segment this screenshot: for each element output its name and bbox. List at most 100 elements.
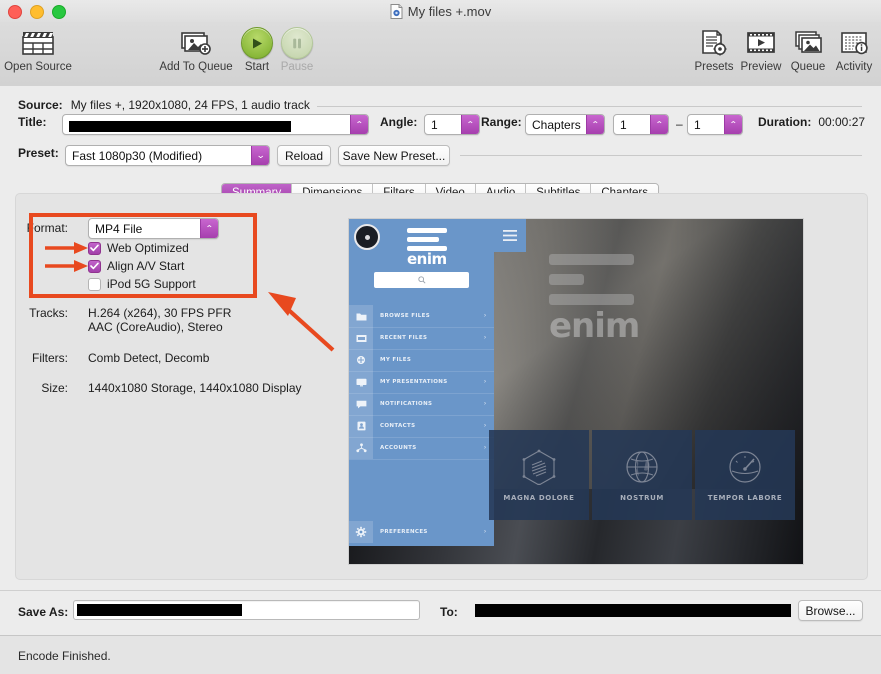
save-as-label: Save As: [18, 605, 69, 619]
save-new-preset-button[interactable]: Save New Preset... [338, 145, 450, 166]
filters-label: Filters: [32, 351, 68, 365]
preset-row: Preset: [18, 146, 59, 160]
range-end-stepper[interactable]: 1 ⌃ [687, 114, 743, 135]
hero-blob-3 [549, 294, 634, 305]
hamburger-tab[interactable] [494, 219, 526, 252]
range-type-select[interactable]: Chapters ⌃ [525, 114, 605, 135]
globe-icon [626, 450, 658, 483]
range-label: Range: [481, 115, 522, 129]
sidebar-item-my-files[interactable]: MY FILES [349, 349, 494, 372]
status-bar: Encode Finished. [0, 635, 881, 674]
sb-bar-2 [407, 237, 439, 242]
size-label: Size: [41, 381, 68, 395]
chevron-down-icon[interactable]: ⌄ [251, 146, 269, 165]
card-tempor-labore[interactable]: TEMPOR LABORE [695, 430, 795, 520]
web-optimized-checkbox[interactable] [88, 241, 101, 255]
chevron-updown-icon[interactable]: ⌃ [650, 115, 668, 134]
add-images-icon [179, 26, 213, 60]
chevron-updown-icon[interactable]: ⌃ [586, 115, 604, 134]
title-bar: My files +.mov [0, 0, 881, 22]
sidebar-item-notifications[interactable]: NOTIFICATIONS › [349, 393, 494, 416]
title-redacted [69, 121, 291, 132]
sidebar-item-preferences[interactable]: PREFERENCES › [349, 521, 494, 543]
window-title: My files +.mov [0, 0, 881, 22]
card-nostrum[interactable]: NOSTRUM [592, 430, 692, 520]
toolbar: Open Source Add To Queue Start Pause Pre… [0, 22, 881, 87]
save-as-input[interactable] [73, 600, 420, 620]
pause-button[interactable]: Pause [262, 26, 332, 73]
range-start-value: 1 [620, 117, 627, 132]
title-select[interactable]: ⌃ [62, 114, 369, 135]
status-text: Encode Finished. [18, 648, 111, 663]
sidebar-item-accounts[interactable]: ACCOUNTS › [349, 437, 494, 460]
source-value: My files +, 1920x1080, 24 FPS, 1 audio t… [70, 98, 310, 112]
preset-divider [460, 155, 862, 156]
pause-label: Pause [280, 61, 314, 73]
sidebar-item-contacts[interactable]: CONTACTS › [349, 415, 494, 438]
chevron-updown-icon[interactable]: ⌃ [461, 115, 479, 134]
handbrake-window: My files +.mov Open Source Add To Queue … [0, 0, 881, 674]
sidebar-label: MY FILES [380, 357, 412, 363]
logo-icon [354, 224, 380, 250]
chevron-right-icon: › [484, 313, 486, 319]
range-label-wrap: Range: [481, 115, 522, 129]
destination-path-field[interactable] [475, 600, 791, 620]
my-files-icon [349, 349, 373, 371]
sidebar-label: ACCOUNTS [380, 445, 417, 451]
angle-stepper[interactable]: 1 ⌃ [424, 114, 480, 135]
angle-value: 1 [431, 117, 438, 132]
to-redacted [475, 603, 791, 617]
sidebar-label: CONTACTS [380, 423, 416, 429]
align-av-start-checkbox-row[interactable]: Align A/V Start [88, 259, 184, 273]
sidebar-search-input[interactable] [374, 272, 469, 288]
hamburger-icon [503, 230, 517, 241]
gauge-icon [729, 450, 761, 483]
format-label: Format: [26, 221, 68, 235]
card-label: NOSTRUM [620, 493, 664, 502]
card-label: TEMPOR LABORE [707, 493, 783, 502]
preset-select[interactable]: Fast 1080p30 (Modified) ⌄ [65, 145, 270, 166]
filters-value: Comb Detect, Decomb [88, 351, 210, 365]
range-dash: – [676, 117, 683, 131]
title-label: Title: [18, 115, 47, 129]
reload-preset-button[interactable]: Reload [277, 145, 331, 166]
save-new-preset-label: Save New Preset... [342, 148, 446, 163]
browse-button[interactable]: Browse... [798, 600, 863, 621]
hero-blob-1 [549, 254, 634, 265]
chevron-right-icon: › [484, 335, 486, 341]
range-start-stepper[interactable]: 1 ⌃ [613, 114, 669, 135]
sidebar-brand: enim [407, 250, 447, 268]
ipod-5g-support-checkbox-row[interactable]: iPod 5G Support [88, 277, 196, 291]
open-source-button[interactable]: Open Source [2, 26, 74, 73]
sidebar-item-browse-files[interactable]: BROWSE FILES › [349, 305, 494, 328]
monitor-icon [349, 371, 373, 393]
source-row: Source: My files +, 1920x1080, 24 FPS, 1… [18, 98, 310, 112]
source-divider [317, 106, 862, 107]
align-av-start-checkbox[interactable] [88, 259, 101, 273]
ipod-5g-support-checkbox[interactable] [88, 277, 101, 291]
chevron-right-icon: › [484, 401, 486, 407]
sidebar-item-my-presentations[interactable]: MY PRESENTATIONS › [349, 371, 494, 394]
sidebar-label: RECENT FILES [380, 335, 428, 341]
angle-label: Angle: [380, 115, 418, 129]
card-magna-dolore[interactable]: MAGNA DOLORE [489, 430, 589, 520]
chevron-updown-icon[interactable]: ⌃ [350, 115, 368, 134]
hero-brand-word: enim [549, 306, 640, 346]
format-select[interactable]: MP4 File ⌃ [88, 218, 219, 239]
chevron-right-icon: › [484, 423, 486, 429]
sidebar-label: MY PRESENTATIONS [380, 379, 448, 385]
contact-card-icon [349, 415, 373, 437]
duration-row: Duration: 00:00:27 [758, 115, 865, 129]
activity-button[interactable]: Activity [818, 26, 881, 73]
hexagon-icon [522, 449, 556, 485]
sidebar-item-recent-files[interactable]: RECENT FILES › [349, 327, 494, 350]
ipod-5g-support-label: iPod 5G Support [107, 277, 196, 291]
to-label: To: [440, 605, 458, 619]
title-select-value [63, 117, 350, 132]
preview-thumbnail[interactable]: enim enim BROWSE FILES › RECENT FILES › … [348, 218, 804, 565]
angle-label-wrap: Angle: [380, 115, 417, 129]
accounts-icon [349, 437, 373, 459]
chevron-updown-icon[interactable]: ⌃ [724, 115, 742, 134]
chevron-updown-icon[interactable]: ⌃ [200, 219, 218, 238]
web-optimized-checkbox-row[interactable]: Web Optimized [88, 241, 189, 255]
